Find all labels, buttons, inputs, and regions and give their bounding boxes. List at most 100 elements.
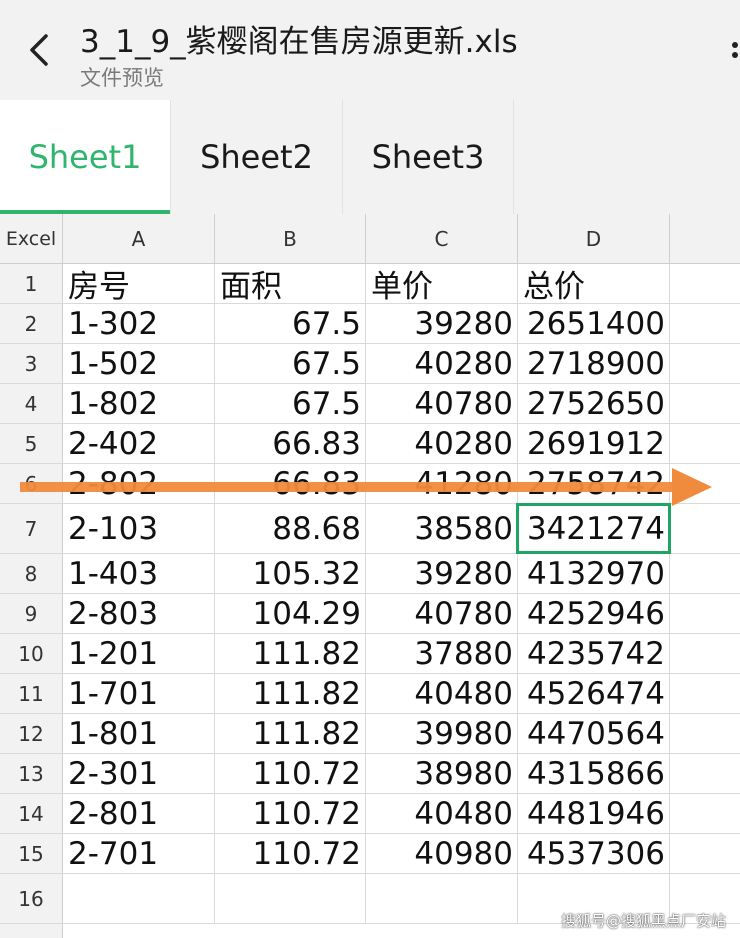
cell-d[interactable]: 2651400: [518, 304, 670, 343]
cell-b[interactable]: 66.83: [215, 464, 366, 503]
cell-d[interactable]: 4252946: [518, 594, 670, 633]
cell-e[interactable]: [670, 554, 740, 593]
cell-a[interactable]: 2-701: [63, 834, 215, 873]
cell-a[interactable]: 1-701: [63, 674, 215, 713]
cell-e[interactable]: [670, 344, 740, 383]
cell-d[interactable]: 4481946: [518, 794, 670, 833]
cell-a[interactable]: 1-801: [63, 714, 215, 753]
cell-a[interactable]: 2-801: [63, 794, 215, 833]
cell-c[interactable]: [366, 874, 518, 923]
row-header[interactable]: 3: [0, 344, 63, 383]
cell-d[interactable]: 3421274: [518, 504, 670, 553]
tab-sheet2[interactable]: Sheet2: [170, 100, 342, 214]
more-button[interactable]: [728, 30, 740, 70]
cell-d[interactable]: 4235742: [518, 634, 670, 673]
cell-c[interactable]: 39280: [366, 554, 518, 593]
row-header[interactable]: 8: [0, 554, 63, 593]
cell-c[interactable]: 41280: [366, 464, 518, 503]
cell-a[interactable]: 1-201: [63, 634, 215, 673]
cell-a[interactable]: 1-802: [63, 384, 215, 423]
cell-d[interactable]: 4470564: [518, 714, 670, 753]
cell-c[interactable]: 40780: [366, 384, 518, 423]
cell-b[interactable]: 67.5: [215, 344, 366, 383]
cell-b[interactable]: 67.5: [215, 384, 366, 423]
cell-b[interactable]: 110.72: [215, 754, 366, 793]
cell-b[interactable]: 面积: [215, 264, 366, 303]
row-header[interactable]: 9: [0, 594, 63, 633]
cell-d[interactable]: 2691912: [518, 424, 670, 463]
cell-a[interactable]: 1-403: [63, 554, 215, 593]
cell-b[interactable]: 105.32: [215, 554, 366, 593]
cell-e[interactable]: [670, 594, 740, 633]
cell-d[interactable]: 4132970: [518, 554, 670, 593]
cell-c[interactable]: 38580: [366, 504, 518, 553]
row-header[interactable]: 15: [0, 834, 63, 873]
row-header[interactable]: 2: [0, 304, 63, 343]
cell-c[interactable]: 39280: [366, 304, 518, 343]
cell-e[interactable]: [670, 714, 740, 753]
cell-b[interactable]: 110.72: [215, 794, 366, 833]
cell-b[interactable]: 111.82: [215, 714, 366, 753]
cell-e[interactable]: [670, 384, 740, 423]
cell-b[interactable]: 67.5: [215, 304, 366, 343]
cell-b[interactable]: 110.72: [215, 834, 366, 873]
cell-d[interactable]: 4537306: [518, 834, 670, 873]
cell-e[interactable]: [670, 504, 740, 553]
column-header-a[interactable]: A: [63, 214, 215, 264]
cell-c[interactable]: 40480: [366, 794, 518, 833]
row-header[interactable]: 6: [0, 464, 63, 503]
column-header-b[interactable]: B: [215, 214, 366, 264]
cell-e[interactable]: [670, 634, 740, 673]
cell-b[interactable]: 66.83: [215, 424, 366, 463]
cell-c[interactable]: 40280: [366, 344, 518, 383]
cell-d[interactable]: 2718900: [518, 344, 670, 383]
row-header[interactable]: 13: [0, 754, 63, 793]
cell-a[interactable]: 房号: [63, 264, 215, 303]
cell-c[interactable]: 40780: [366, 594, 518, 633]
cell-b[interactable]: [215, 874, 366, 923]
cell-a[interactable]: 1-502: [63, 344, 215, 383]
column-header-d[interactable]: D: [518, 214, 670, 264]
cell-a[interactable]: 2-402: [63, 424, 215, 463]
back-button[interactable]: [22, 30, 58, 70]
cell-c[interactable]: 单价: [366, 264, 518, 303]
cell-e[interactable]: [670, 304, 740, 343]
row-header[interactable]: 14: [0, 794, 63, 833]
column-header-c[interactable]: C: [366, 214, 518, 264]
tab-sheet1[interactable]: Sheet1: [0, 100, 170, 214]
cell-c[interactable]: 40280: [366, 424, 518, 463]
cell-e[interactable]: [670, 754, 740, 793]
row-header[interactable]: 5: [0, 424, 63, 463]
cell-d[interactable]: 2752650: [518, 384, 670, 423]
row-header[interactable]: 10: [0, 634, 63, 673]
row-header[interactable]: 1: [0, 264, 63, 303]
cell-c[interactable]: 38980: [366, 754, 518, 793]
row-header[interactable]: 12: [0, 714, 63, 753]
cell-e[interactable]: [670, 424, 740, 463]
cell-e[interactable]: [670, 464, 740, 503]
cell-e[interactable]: [670, 794, 740, 833]
spreadsheet-grid[interactable]: Excel A B C D 1 房号 面积 单价 总价 2 1-302 67.5 39280 26…: [0, 214, 740, 938]
cell-a[interactable]: 2-803: [63, 594, 215, 633]
cell-b[interactable]: 88.68: [215, 504, 366, 553]
cell-d[interactable]: 4526474: [518, 674, 670, 713]
cell-a[interactable]: 2-301: [63, 754, 215, 793]
cell-e[interactable]: [670, 834, 740, 873]
cell-a[interactable]: 2-802: [63, 464, 215, 503]
tab-sheet3[interactable]: Sheet3: [342, 100, 514, 214]
row-header[interactable]: 4: [0, 384, 63, 423]
cell-b[interactable]: 104.29: [215, 594, 366, 633]
cell-b[interactable]: 111.82: [215, 634, 366, 673]
cell-e[interactable]: [670, 674, 740, 713]
cell-e[interactable]: [670, 264, 740, 303]
cell-d[interactable]: 总价: [518, 264, 670, 303]
cell-a[interactable]: 2-103: [63, 504, 215, 553]
column-header-e[interactable]: [670, 214, 740, 264]
cell-a[interactable]: 1-302: [63, 304, 215, 343]
cell-d[interactable]: 4315866: [518, 754, 670, 793]
cell-c[interactable]: 39980: [366, 714, 518, 753]
cell-b[interactable]: 111.82: [215, 674, 366, 713]
cell-c[interactable]: 37880: [366, 634, 518, 673]
row-header[interactable]: 16: [0, 874, 63, 923]
cell-c[interactable]: 40980: [366, 834, 518, 873]
